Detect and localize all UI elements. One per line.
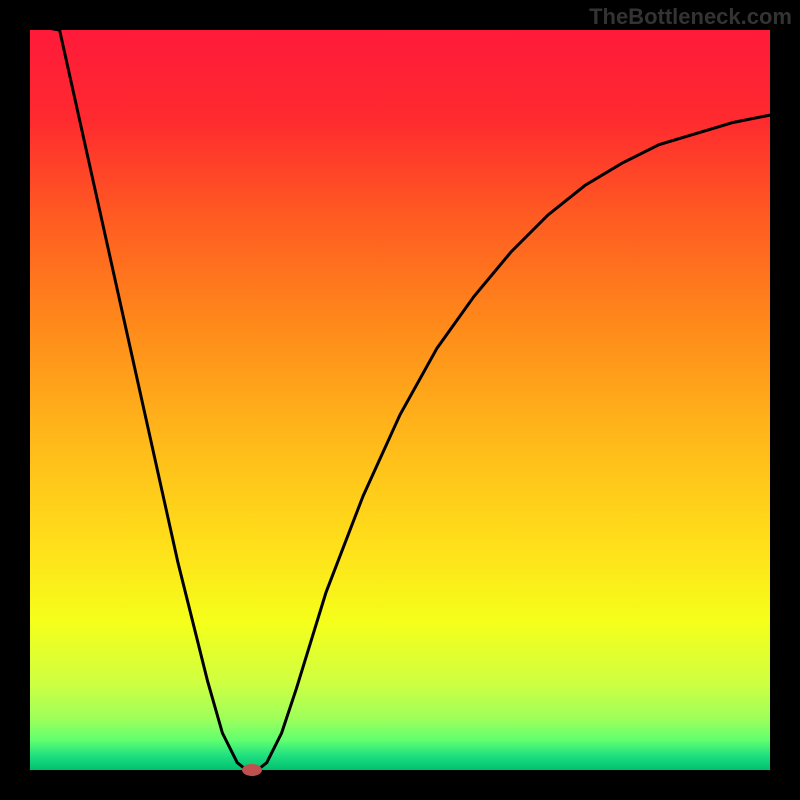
chart-container: TheBottleneck.com (0, 0, 800, 800)
minimum-marker (242, 764, 262, 776)
watermark-text: TheBottleneck.com (589, 4, 792, 30)
bottleneck-chart (0, 0, 800, 800)
